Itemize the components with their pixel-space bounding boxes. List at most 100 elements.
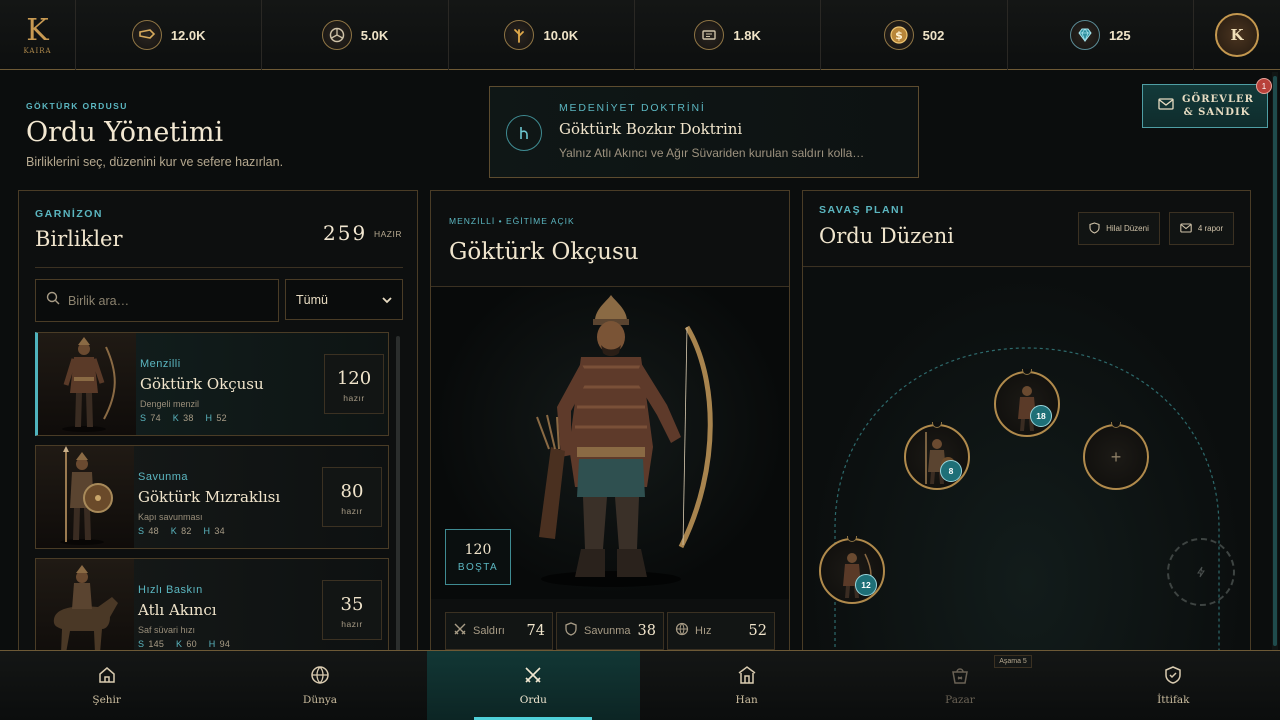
quests-chest-button[interactable]: GÖREVLER & SANDIK	[1142, 84, 1268, 128]
archer-portrait	[38, 333, 136, 435]
unit-stats: S 48 K 82 H 34	[138, 526, 225, 536]
unit-detail-panel: MENZİLLİ • EĞİTİME AÇIK Göktürk Okçusu 1…	[430, 190, 790, 660]
mail-icon	[1180, 222, 1192, 235]
page-eyebrow: GÖKTÜRK ORDUSU	[26, 101, 128, 111]
unit-description: Kapı savunması	[138, 512, 203, 522]
shield-icon	[564, 621, 578, 641]
game-logo[interactable]: K KAIRA	[0, 0, 76, 70]
doctrine-card[interactable]: MEDENİYET DOKTRİNİ Göktürk Bozkır Doktri…	[489, 86, 919, 178]
slot-count: 18	[1030, 405, 1052, 427]
resource-gold[interactable]: $ 502	[821, 0, 1008, 70]
herb-icon	[504, 20, 535, 50]
scroll-icon	[694, 20, 725, 50]
battle-plan-panel: SAVAŞ PLANI Ordu Düzeni Hilal Düzeni 4 r…	[802, 190, 1251, 660]
slot-count: 8	[940, 460, 962, 482]
nav-city[interactable]: Şehir	[0, 651, 213, 720]
unit-count: 35 hazır	[322, 580, 382, 640]
stat-defense: Savunma 38	[556, 612, 664, 650]
crossed-swords-icon	[523, 665, 543, 690]
globe-icon	[310, 665, 330, 690]
battle-plan-header: SAVAŞ PLANI Ordu Düzeni Hilal Düzeni 4 r…	[803, 191, 1250, 267]
resource-value: 502	[922, 27, 945, 43]
nav-inn[interactable]: Han	[640, 651, 853, 720]
resource-value: 12.0K	[170, 27, 206, 43]
garrison-eyebrow: GARNİZON	[35, 208, 103, 220]
unit-category: Menzilli	[140, 358, 181, 370]
logo-mark: K KAIRA	[23, 13, 52, 55]
stat-attack: Saldırı 74	[445, 612, 553, 650]
unit-detail-name: Göktürk Okçusu	[449, 239, 639, 265]
doctrine-label: MEDENİYET DOKTRİNİ	[559, 102, 706, 114]
formation-slot-spearman[interactable]: 8	[904, 422, 970, 490]
unit-count: 80 hazır	[322, 467, 382, 527]
resource-gem[interactable]: 125	[1008, 0, 1194, 70]
avatar: K	[1214, 12, 1259, 57]
profile-button[interactable]: K	[1194, 0, 1280, 69]
quests-label: GÖREVLER & SANDIK	[1182, 94, 1254, 118]
unit-card-spearman[interactable]: Savunma Göktürk Mızraklısı Kapı savunmas…	[35, 445, 389, 549]
house-icon	[97, 665, 117, 690]
search-input[interactable]	[68, 293, 268, 308]
resource-value: 10.0K	[543, 27, 579, 43]
nav-label: Ordu	[519, 694, 547, 706]
nav-label: Dünya	[302, 694, 338, 706]
idle-count-box: 120 BOŞTA	[445, 529, 511, 585]
unit-card-archer[interactable]: Menzilli Göktürk Okçusu Dengeli menzil S…	[35, 332, 389, 436]
raider-portrait	[36, 559, 134, 650]
unit-search[interactable]	[35, 279, 279, 322]
formation-slot-center[interactable]: 18	[994, 369, 1060, 437]
notification-badge: 1	[1256, 78, 1272, 94]
page-scrollbar-thumb[interactable]	[1273, 76, 1277, 646]
nav-alliance[interactable]: İttifak	[1067, 651, 1280, 720]
reports-button[interactable]: 4 rapor	[1169, 212, 1234, 245]
unit-category: Savunma	[138, 471, 188, 483]
resource-value: 125	[1108, 27, 1131, 43]
nav-label: Han	[735, 694, 758, 706]
unit-list: Menzilli Göktürk Okçusu Dengeli menzil S…	[35, 332, 389, 650]
formation-slot-empty[interactable]: +	[1083, 422, 1149, 490]
resource-herb[interactable]: 10.0K	[449, 0, 635, 70]
stat-speed: Hız 52	[667, 612, 775, 650]
resource-horn[interactable]: 12.0K	[76, 0, 263, 70]
unit-filter-select[interactable]: Tümü	[285, 279, 403, 320]
nav-army[interactable]: Ordu	[426, 651, 640, 720]
shield-icon	[1089, 221, 1100, 236]
horn-icon	[131, 20, 162, 50]
resource-scroll[interactable]: 1.8K	[635, 0, 822, 70]
add-icon: +	[1110, 446, 1122, 467]
unit-card-raider[interactable]: Hızlı Baskın Atlı Akıncı Saf süvari hızı…	[35, 558, 389, 650]
lightning-icon	[1169, 540, 1233, 604]
formation-slot-archer[interactable]: 12	[819, 536, 885, 604]
svg-text:$: $	[895, 29, 903, 42]
resource-value: 1.8K	[733, 27, 761, 43]
filter-value: Tümü	[296, 292, 328, 307]
swords-icon	[453, 622, 467, 641]
inn-icon	[737, 665, 757, 690]
formation-button[interactable]: Hilal Düzeni	[1078, 212, 1160, 245]
ready-label: HAZIR	[374, 229, 402, 239]
bottom-nav: Şehir Dünya Ordu Han Pazar İttifak	[0, 650, 1280, 720]
unit-name: Atlı Akıncı	[138, 601, 217, 619]
ready-count: 259	[323, 221, 368, 245]
nav-market: Pazar	[853, 651, 1066, 720]
nav-label: Pazar	[945, 694, 975, 706]
unit-description: Dengeli menzil	[140, 399, 200, 409]
divider	[35, 267, 403, 268]
unit-list-scrollbar[interactable]	[396, 336, 400, 656]
unit-category: Hızlı Baskın	[138, 584, 203, 596]
nav-world[interactable]: Dünya	[213, 651, 426, 720]
battle-plan-title: Ordu Düzeni	[819, 224, 954, 248]
resource-value: 5.0K	[360, 27, 389, 43]
unit-name: Göktürk Okçusu	[140, 375, 264, 393]
nav-label: İttifak	[1157, 694, 1190, 706]
gem-icon	[1069, 20, 1100, 50]
spearman-portrait	[36, 446, 134, 548]
unit-tags: MENZİLLİ • EĞİTİME AÇIK	[449, 216, 575, 226]
page-title: Ordu Yönetimi	[26, 117, 224, 148]
unit-stats: S 74 K 38 H 52	[140, 413, 227, 423]
resource-wheel[interactable]: 5.0K	[262, 0, 449, 70]
unit-detail-header: MENZİLLİ • EĞİTİME AÇIK Göktürk Okçusu	[431, 191, 789, 287]
mail-icon	[1158, 97, 1174, 116]
search-icon	[46, 291, 60, 310]
unit-count: 120 hazır	[324, 354, 384, 414]
